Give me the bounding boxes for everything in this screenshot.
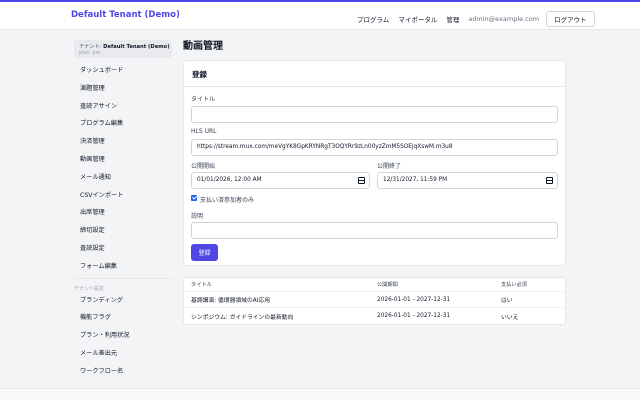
- title-label: タイトル: [191, 96, 216, 103]
- sidebar-item-deadlines[interactable]: 締切設定: [74, 222, 172, 240]
- description-input[interactable]: [191, 222, 558, 239]
- tenant-line: テナント: Default Tenant (Demo): [79, 43, 170, 50]
- description-label: 説明: [191, 213, 204, 220]
- nav-myportal-link[interactable]: マイポータル: [398, 14, 437, 24]
- publish-end-label: 公開終了: [377, 163, 402, 170]
- sidebar-section-tenant-settings: テナント設定: [74, 277, 172, 292]
- sidebar-item-review-assign[interactable]: 査読アサイン: [74, 98, 172, 116]
- form-heading: 登録: [184, 61, 565, 87]
- publish-start-input[interactable]: 01/01/2026, 12:00 AM: [191, 172, 370, 189]
- hls-url-input[interactable]: https://stream.mux.com/meVgYK8GpKRYNRgT3…: [191, 139, 558, 156]
- row-title: シンポジウム: ガイドラインの最新動向: [191, 314, 294, 321]
- row-period: 2026-01-01 - 2027-12-31: [377, 296, 451, 303]
- row-paid-required: いいえ: [501, 314, 519, 321]
- sidebar-item-feature-flags[interactable]: 機能フラグ: [74, 309, 172, 327]
- sidebar-item-plan-usage[interactable]: プラン・利用状況: [74, 327, 172, 345]
- sidebar-tenant-menu: ブランディング 機能フラグ プラン・利用状況 メール差出元 ワークフロー名: [74, 292, 172, 381]
- sidebar-item-dashboard[interactable]: ダッシュボード: [74, 62, 172, 80]
- top-header: Default Tenant (Demo) プログラム マイポータル 管理 ad…: [0, 2, 640, 30]
- title-input[interactable]: [191, 106, 558, 123]
- register-form-card: 登録 タイトル HLS URL https://stream.mux.com/m…: [183, 60, 566, 266]
- sidebar-item-mail-sender[interactable]: メール差出元: [74, 345, 172, 363]
- sidebar-item-csv-import[interactable]: CSVインポート: [74, 187, 172, 205]
- publish-end-input[interactable]: 12/31/2027, 11:59 PM: [377, 172, 558, 189]
- column-header-period: 公開期間: [377, 282, 398, 288]
- publish-start-label: 公開開始: [191, 163, 216, 170]
- table-header-row: タイトル 公開期間 支払い必須: [184, 278, 565, 292]
- column-header-title: タイトル: [191, 282, 212, 288]
- sidebar-item-review-settings[interactable]: 査読設定: [74, 240, 172, 258]
- top-nav: プログラム マイポータル 管理 admin@example.com ログアウト: [357, 11, 595, 27]
- sidebar-item-email-notify[interactable]: メール通知: [74, 169, 172, 187]
- tenant-info: テナント: Default Tenant (Demo) plan: pro: [74, 40, 172, 58]
- nav-program-link[interactable]: プログラム: [357, 14, 389, 24]
- main-content: 動画管理 登録 タイトル HLS URL https://stream.mux.…: [183, 40, 566, 266]
- page-footer: [0, 388, 640, 400]
- column-header-paid-required: 支払い必須: [501, 282, 527, 288]
- sidebar-item-payments[interactable]: 決済管理: [74, 133, 172, 151]
- paid-only-checkbox[interactable]: [191, 195, 197, 201]
- brand-title[interactable]: Default Tenant (Demo): [71, 10, 180, 20]
- sidebar-item-branding[interactable]: ブランディング: [74, 292, 172, 310]
- sidebar-item-workflow-name[interactable]: ワークフロー名: [74, 363, 172, 381]
- publish-end-value: 12/31/2027, 11:59 PM: [383, 177, 448, 183]
- tenant-plan: plan: pro: [79, 51, 101, 56]
- row-title: 基調講演: 循環器領域のAI応用: [191, 298, 271, 304]
- tenant-prefix: テナント:: [79, 44, 102, 50]
- table-row[interactable]: 基調講演: 循環器領域のAI応用 2026-01-01 - 2027-12-31…: [184, 292, 565, 308]
- video-table: タイトル 公開期間 支払い必須 基調講演: 循環器領域のAI応用 2026-01…: [183, 277, 566, 325]
- sidebar-item-videos[interactable]: 動画管理: [74, 151, 172, 169]
- sidebar-item-abstracts[interactable]: 演題管理: [74, 80, 172, 98]
- row-paid-required: はい: [501, 298, 513, 304]
- sidebar: テナント: Default Tenant (Demo) plan: pro ダッ…: [74, 40, 172, 381]
- row-period: 2026-01-01 - 2027-12-31: [377, 313, 451, 319]
- submit-button[interactable]: 登録: [191, 244, 218, 261]
- sidebar-item-form-edit[interactable]: フォーム編集: [74, 258, 172, 276]
- user-email: admin@example.com: [468, 15, 540, 23]
- nav-admin-link[interactable]: 管理: [446, 14, 459, 24]
- tenant-name: Default Tenant (Demo): [103, 44, 170, 50]
- publish-start-value: 01/01/2026, 12:00 AM: [197, 177, 262, 183]
- paid-only-label: 支払い済参加者のみ: [200, 197, 255, 204]
- calendar-icon[interactable]: [546, 177, 553, 184]
- hls-url-label: HLS URL: [191, 128, 217, 135]
- sidebar-item-attendance[interactable]: 出席管理: [74, 204, 172, 222]
- sidebar-menu: ダッシュボード 演題管理 査読アサイン プログラム編集 決済管理 動画管理 メー…: [74, 62, 172, 276]
- table-row[interactable]: シンポジウム: ガイドラインの最新動向 2026-01-01 - 2027-12…: [184, 308, 565, 324]
- sidebar-item-program-edit[interactable]: プログラム編集: [74, 115, 172, 133]
- page-title: 動画管理: [183, 41, 223, 52]
- calendar-icon[interactable]: [358, 177, 365, 184]
- logout-button[interactable]: ログアウト: [546, 11, 595, 27]
